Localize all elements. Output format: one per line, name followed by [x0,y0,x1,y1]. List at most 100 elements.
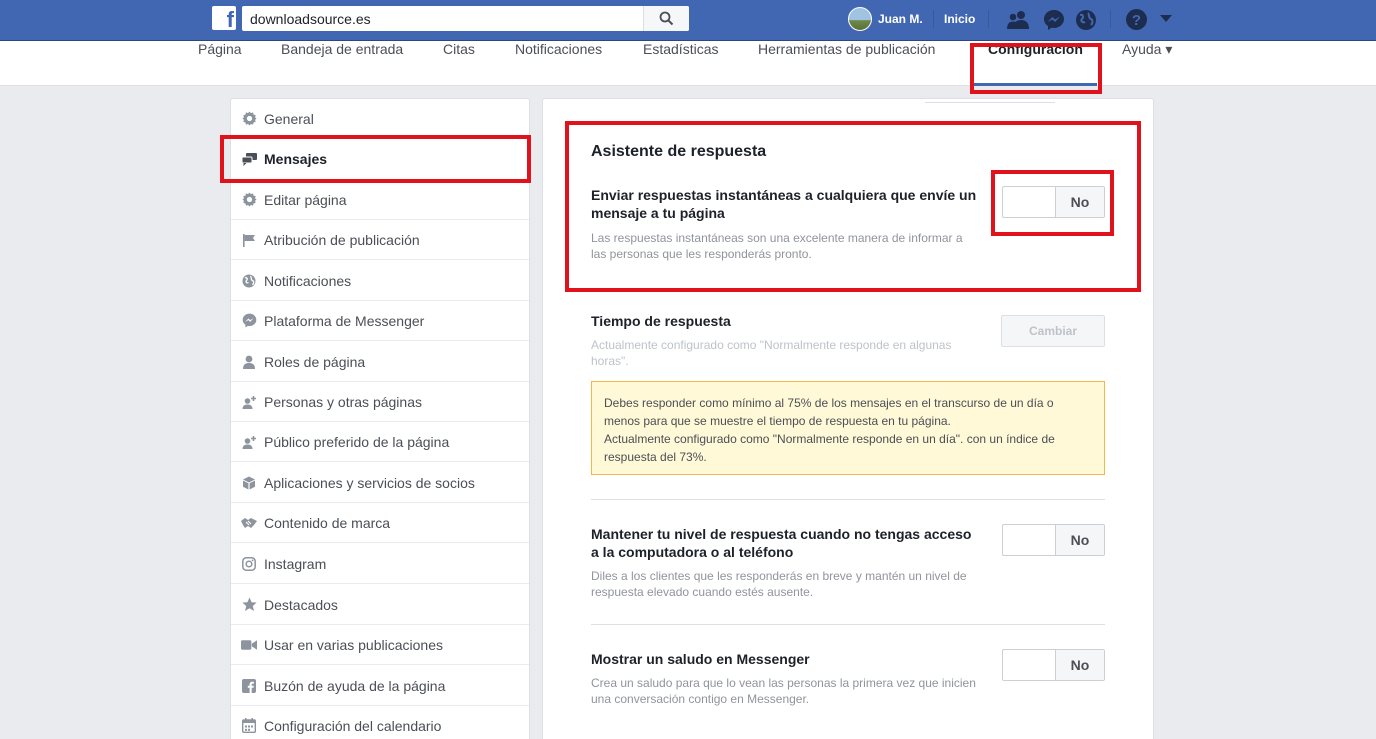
notice-text: Debes responder como mínimo al 75% de lo… [604,396,1054,428]
messages-settings-panel: Asistente de respuesta Enviar respuestas… [542,98,1154,739]
toggle-label: No [1055,525,1104,555]
divider [933,10,934,28]
sidebar-item-mensajes[interactable]: Mensajes [231,139,529,180]
instant-reply-toggle[interactable]: No [1002,186,1105,218]
sidebar-item-contenido-marca[interactable]: Contenido de marca [231,503,529,543]
divider [925,99,1055,103]
sidebar-item-label: Usar en varias publicaciones [264,636,443,653]
away-mode-toggle[interactable]: No [1002,524,1105,556]
toggle-label: No [1055,187,1104,217]
setting-title: Enviar respuestas instantáneas a cualqui… [591,187,977,221]
home-link[interactable]: Inicio [944,12,975,26]
caret-down-icon[interactable] [1160,15,1172,23]
sidebar-item-instagram[interactable]: Instagram [231,544,529,584]
sidebar-item-label: Buzón de ayuda de la página [264,677,446,694]
sidebar-item-label: Destacados [264,596,338,613]
tab-herramientas[interactable]: Herramientas de publicación [758,41,935,86]
section-title: Asistente de respuesta [591,143,767,160]
settings-sidebar: General Mensajes Editar página Atribució… [230,98,530,739]
sidebar-item-general[interactable]: General [231,99,529,139]
sidebar-item-label: Editar página [264,191,347,208]
divider [1110,10,1111,28]
sidebar-item-buzon[interactable]: Buzón de ayuda de la página [231,666,529,706]
calendar-icon [241,718,257,734]
cube-icon [241,475,257,491]
sidebar-item-editar-pagina[interactable]: Editar página [231,180,529,220]
friends-icon[interactable] [1006,9,1030,31]
tab-bandeja[interactable]: Bandeja de entrada [281,41,403,86]
globe-icon[interactable] [1075,9,1097,31]
search-icon [659,11,674,26]
sidebar-item-calendario[interactable]: Configuración del calendario [231,706,529,739]
messenger-icon[interactable] [1043,9,1065,31]
setting-description: Actualmente configurado como "Normalment… [591,338,952,368]
person-icon [241,354,257,370]
user-name: Juan M. [878,12,923,26]
setting-description: Crea un saludo para que lo vean las pers… [591,676,976,706]
sidebar-item-label: Personas y otras páginas [264,393,422,410]
sidebar-item-personas[interactable]: Personas y otras páginas [231,382,529,422]
sidebar-item-publico[interactable]: Público preferido de la página [231,422,529,462]
setting-title: Mantener tu nivel de respuesta cuando no… [591,526,972,560]
sidebar-item-destacados[interactable]: Destacados [231,585,529,625]
sidebar-item-atribucion[interactable]: Atribución de publicación [231,220,529,260]
top-bar: f Juan M. Inicio ? [0,0,1376,41]
tab-citas[interactable]: Citas [443,41,475,86]
tab-configuracion[interactable]: Configuración [974,41,1097,86]
greeting-toggle[interactable]: No [1002,649,1105,681]
sidebar-item-aplicaciones[interactable]: Aplicaciones y servicios de socios [231,463,529,503]
tab-ayuda[interactable]: Ayuda ▾ [1122,41,1172,86]
person-plus-icon [241,394,257,410]
search-box [242,6,689,31]
handshake-icon [241,515,257,531]
sidebar-item-label: Atribución de publicación [264,231,420,248]
svg-text:?: ? [1132,12,1141,29]
toggle-label: No [1055,650,1104,680]
sidebar-item-label: Público preferido de la página [264,433,450,450]
star-icon [241,597,257,613]
page-nav: Página Bandeja de entrada Citas Notifica… [0,41,1376,86]
flag-icon [241,232,257,248]
divider [591,624,1105,625]
search-button[interactable] [643,6,689,31]
setting-title: Mostrar un saludo en Messenger [591,651,810,667]
sidebar-item-roles[interactable]: Roles de página [231,342,529,382]
sidebar-item-label: Instagram [264,555,327,572]
sidebar-item-label: Plataforma de Messenger [264,312,425,329]
avatar [848,7,872,31]
search-input[interactable] [242,6,642,31]
setting-description: Diles a los clientes que les responderás… [591,569,967,599]
sidebar-item-label: Configuración del calendario [264,717,442,734]
setting-description: Las respuestas instantáneas son una exce… [591,231,963,261]
sidebar-item-notificaciones[interactable]: Notificaciones [231,261,529,301]
sidebar-item-label: General [264,110,314,127]
sidebar-item-label: Aplicaciones y servicios de socios [264,474,475,491]
instagram-icon [241,556,257,572]
notice-text: Actualmente configurado como "Normalment… [604,432,1055,464]
person-plus-icon [241,434,257,450]
sidebar-item-label: Roles de página [264,353,366,370]
globe-icon [241,273,257,289]
tab-estadisticas[interactable]: Estadísticas [643,41,718,86]
sidebar-item-messenger[interactable]: Plataforma de Messenger [231,301,529,341]
tab-pagina[interactable]: Página [198,41,242,86]
tab-notificaciones[interactable]: Notificaciones [515,41,602,86]
sidebar-item-label: Contenido de marca [264,514,391,531]
sidebar-item-label: Notificaciones [264,272,352,289]
help-icon[interactable]: ? [1125,8,1148,31]
facebook-logo-icon[interactable]: f [212,6,236,30]
gear-icon [241,192,257,208]
facebook-icon [241,678,257,694]
sidebar-item-label: Mensajes [264,151,328,167]
divider [591,499,1105,500]
profile-link[interactable]: Juan M. [848,7,923,31]
messages-icon [241,151,257,167]
messenger-icon [241,313,257,329]
gear-icon [241,111,257,127]
change-response-time-button[interactable]: Cambiar [1001,315,1105,347]
divider [988,10,989,28]
setting-title: Tiempo de respuesta [591,313,731,329]
video-icon [241,637,257,653]
sidebar-item-usar-varias[interactable]: Usar en varias publicaciones [231,625,529,665]
response-time-notice: Debes responder como mínimo al 75% de lo… [591,381,1105,475]
